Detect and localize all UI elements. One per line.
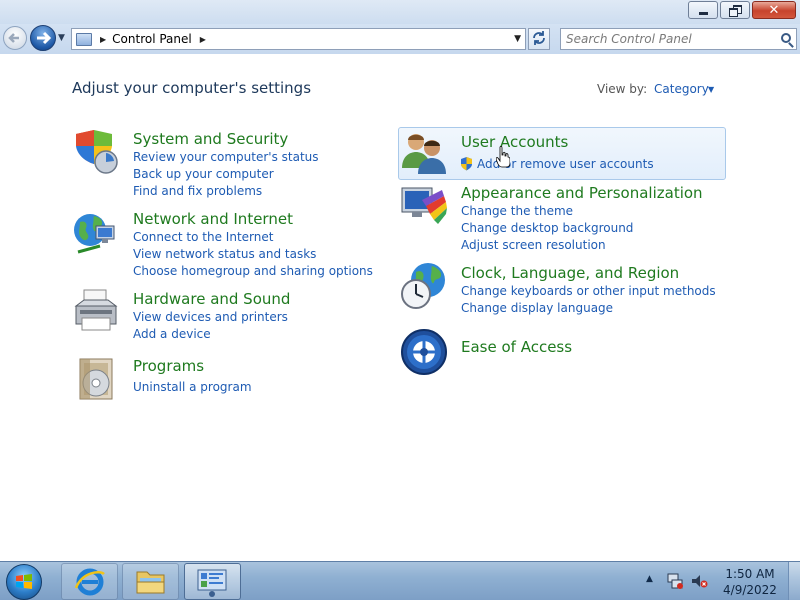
show-hidden-icons-button[interactable]: ▲ — [646, 574, 653, 584]
system-security-link[interactable]: System and Security — [133, 130, 288, 148]
minimize-icon — [689, 2, 717, 18]
show-desktop-button[interactable] — [788, 562, 800, 600]
programs-disc-icon[interactable] — [72, 355, 120, 403]
view-network-status-link[interactable]: View network status and tasks — [133, 247, 316, 261]
breadcrumb-separator-icon[interactable]: ▶ — [200, 35, 206, 44]
internet-explorer-icon — [74, 568, 105, 596]
change-background-link[interactable]: Change desktop background — [461, 221, 633, 235]
change-theme-link[interactable]: Change the theme — [461, 204, 573, 218]
uninstall-program-link[interactable]: Uninstall a program — [133, 380, 252, 394]
control-panel-small-icon — [76, 32, 92, 46]
address-bar[interactable]: ▶ Control Panel ▶ ▼ — [71, 28, 526, 50]
hand-cursor-icon — [496, 146, 510, 168]
volume-muted-icon[interactable] — [690, 572, 708, 590]
address-dropdown-icon[interactable]: ▼ — [514, 34, 521, 44]
clock-time: 1:50 AM — [725, 567, 775, 581]
ease-of-access-icon[interactable] — [400, 328, 448, 376]
backup-link[interactable]: Back up your computer — [133, 167, 274, 181]
forward-arrow-icon — [37, 31, 52, 45]
breadcrumb-separator-icon[interactable]: ▶ — [100, 35, 106, 44]
windows-explorer-icon — [136, 571, 165, 594]
taskbar-internet-explorer[interactable] — [61, 563, 118, 600]
search-input[interactable] — [561, 29, 771, 49]
hardware-sound-link[interactable]: Hardware and Sound — [133, 290, 290, 308]
refresh-icon — [533, 31, 545, 45]
forward-button[interactable] — [30, 25, 56, 51]
connect-internet-link[interactable]: Connect to the Internet — [133, 230, 273, 244]
start-button[interactable] — [6, 564, 42, 600]
view-by-label: View by: — [597, 82, 648, 96]
refresh-button[interactable] — [528, 28, 550, 50]
programs-link[interactable]: Programs — [133, 357, 204, 375]
taskbar: ▲ 1:50 AM 4/9/2022 — [0, 561, 800, 600]
back-button[interactable] — [3, 26, 27, 50]
uac-shield-icon — [461, 157, 472, 171]
page-title: Adjust your computer's settings — [72, 79, 312, 97]
back-arrow-icon — [8, 33, 19, 43]
monitor-palette-icon[interactable] — [400, 182, 448, 230]
recent-pages-dropdown-icon[interactable]: ▼ — [58, 33, 65, 43]
search-icon[interactable] — [781, 33, 791, 43]
breadcrumb-control-panel[interactable]: Control Panel — [112, 32, 192, 46]
close-icon: ✕ — [768, 2, 780, 18]
devices-printers-link[interactable]: View devices and printers — [133, 310, 288, 324]
network-globe-icon[interactable] — [72, 208, 120, 256]
appearance-personalization-link[interactable]: Appearance and Personalization — [461, 184, 703, 202]
windows-logo-icon — [16, 574, 32, 589]
user-accounts-link[interactable]: User Accounts — [461, 133, 568, 151]
screen-resolution-link[interactable]: Adjust screen resolution — [461, 238, 606, 252]
network-status-icon[interactable] — [666, 572, 684, 590]
users-icon[interactable] — [400, 128, 448, 176]
clock-globe-icon[interactable] — [400, 262, 448, 310]
restore-icon — [721, 2, 749, 18]
change-keyboards-link[interactable]: Change keyboards or other input methods — [461, 284, 716, 298]
navigation-bar: ▼ ▶ Control Panel ▶ ▼ — [0, 24, 800, 54]
review-status-link[interactable]: Review your computer's status — [133, 150, 319, 164]
window-controls: ✕ — [688, 1, 796, 19]
close-button[interactable]: ✕ — [752, 1, 796, 19]
system-clock[interactable]: 1:50 AM 4/9/2022 — [718, 566, 782, 598]
view-by-caret-icon[interactable]: ▼ — [708, 85, 714, 94]
control-panel-icon — [197, 569, 227, 597]
search-box — [560, 28, 797, 50]
title-bar: ✕ — [0, 0, 800, 24]
taskbar-control-panel[interactable] — [184, 563, 241, 600]
view-by-dropdown[interactable]: Category — [654, 82, 709, 96]
add-device-link[interactable]: Add a device — [133, 327, 211, 341]
clock-date: 4/9/2022 — [723, 583, 777, 597]
control-panel-content: Adjust your computer's settings View by:… — [0, 54, 800, 561]
find-fix-problems-link[interactable]: Find and fix problems — [133, 184, 262, 198]
change-display-language-link[interactable]: Change display language — [461, 301, 613, 315]
printer-icon[interactable] — [72, 288, 120, 336]
taskbar-windows-explorer[interactable] — [122, 563, 179, 600]
restore-button[interactable] — [720, 1, 750, 19]
ease-of-access-link[interactable]: Ease of Access — [461, 338, 572, 356]
minimize-button[interactable] — [688, 1, 718, 19]
system-security-icon[interactable] — [72, 128, 120, 176]
homegroup-sharing-link[interactable]: Choose homegroup and sharing options — [133, 264, 373, 278]
clock-language-region-link[interactable]: Clock, Language, and Region — [461, 264, 679, 282]
network-internet-link[interactable]: Network and Internet — [133, 210, 293, 228]
